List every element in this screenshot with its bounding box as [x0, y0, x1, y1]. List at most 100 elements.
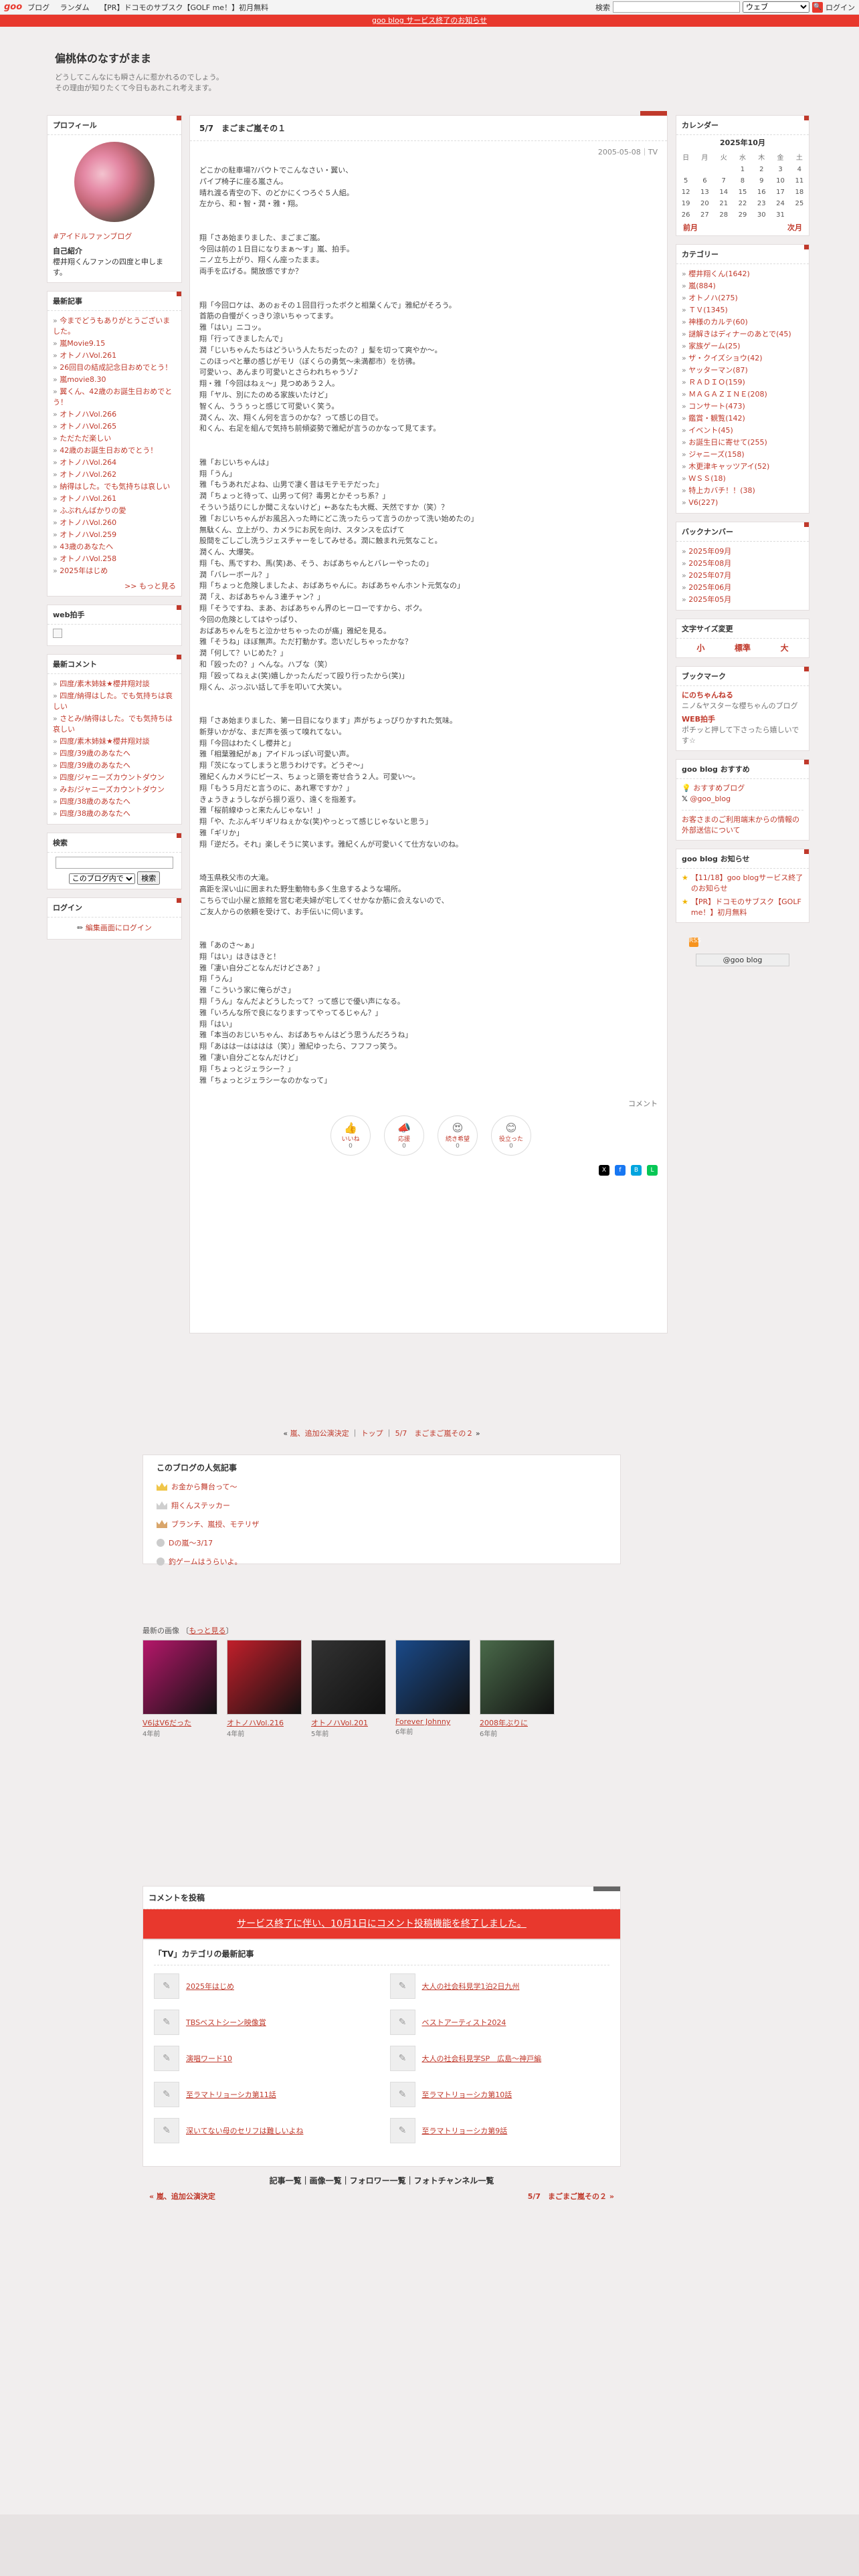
comment-item[interactable]: 四度/素木姉妹★櫻井翔対談: [53, 736, 176, 748]
calendar-day[interactable]: [676, 164, 695, 175]
nav-pr[interactable]: 【PR】ドコモのサブスク【GOLF me！】初月無料: [100, 3, 268, 12]
bookmark-1-link[interactable]: にのちゃんねる: [682, 690, 803, 701]
popular-item[interactable]: 釣ゲームはうらいよ。: [169, 1556, 242, 1567]
entry-title[interactable]: 5/7 まごまご嵐その１: [190, 116, 667, 141]
recent-item[interactable]: ふぶれんばかりの愛: [53, 505, 176, 517]
footer-next-link[interactable]: 5/7 まごまご嵐その２ »: [528, 2191, 614, 2202]
recent-item[interactable]: 嵐movie8.30: [53, 374, 176, 386]
thumb-caption[interactable]: オトノハVol.201: [311, 1717, 386, 1728]
search-scope-select[interactable]: ウェブ: [743, 1, 809, 13]
reaction-button[interactable]: 📣 応援 0: [384, 1115, 424, 1156]
category-item[interactable]: 神様のカルテ(60): [682, 316, 803, 328]
recent-item[interactable]: オトノハVol.259: [53, 529, 176, 541]
font-large-button[interactable]: 大: [781, 643, 789, 653]
calendar-day[interactable]: 16: [752, 187, 771, 198]
backnumber-item[interactable]: 2025年09月: [682, 546, 803, 558]
calendar-day[interactable]: 31: [771, 209, 789, 221]
category-entry-link[interactable]: 至ラマトリョーシカ第10話: [422, 2089, 512, 2100]
bookmark-2-link[interactable]: WEB拍手: [682, 714, 803, 725]
comment-item[interactable]: 四度/納得はした。でも気持ちは哀しい: [53, 690, 176, 713]
recent-item[interactable]: 納得はした。でも気持ちは哀しい: [53, 481, 176, 493]
rss-icon[interactable]: RSS: [689, 938, 701, 947]
calendar-day[interactable]: [695, 164, 714, 175]
external-info-link[interactable]: お客さまのご利用端末からの情報の外部送信について: [682, 810, 803, 836]
recent-item[interactable]: 嵐Movie9.15: [53, 338, 176, 350]
recent-item[interactable]: ただただ楽しい: [53, 433, 176, 445]
recent-item[interactable]: 43歳のあなたへ: [53, 541, 176, 553]
top-search-input[interactable]: [613, 1, 740, 13]
profile-name[interactable]: #アイドルファンブログ: [53, 231, 176, 242]
login-link[interactable]: ログイン: [826, 2, 855, 13]
calendar-day[interactable]: 26: [676, 209, 695, 221]
category-entry-link[interactable]: 2025年はじめ: [186, 1981, 234, 1992]
category-entry-link[interactable]: 至ラマトリョーシカ第9話: [422, 2125, 508, 2136]
news-2-link[interactable]: 【PR】ドコモのサブスク【GOLF me！】初月無料: [691, 897, 803, 918]
webclip-image-icon[interactable]: [53, 629, 62, 638]
footer-prev-link[interactable]: « 嵐、追加公演決定: [149, 2191, 215, 2202]
calendar-day[interactable]: 3: [771, 164, 789, 175]
goo-footer-badge[interactable]: @goo blog: [696, 954, 789, 966]
popular-item[interactable]: お金から舞台って～: [171, 1481, 237, 1492]
calendar-day[interactable]: 19: [676, 198, 695, 209]
blog-search-input[interactable]: [56, 857, 173, 869]
comment-item[interactable]: 四度/39歳のあなたへ: [53, 760, 176, 772]
comment-item[interactable]: 四度/38歳のあなたへ: [53, 796, 176, 808]
category-item[interactable]: ジャニーズ(158): [682, 449, 803, 461]
thumb-image[interactable]: [142, 1640, 217, 1715]
category-item[interactable]: お誕生日に寄せて(255): [682, 437, 803, 449]
comment-item[interactable]: 四度/素木姉妹★櫻井翔対談: [53, 678, 176, 690]
recent-more-link[interactable]: >> もっと見る: [124, 582, 176, 591]
nav-random[interactable]: ランダム: [60, 3, 90, 12]
image-thumb[interactable]: 2008年ぶりに 6年前: [480, 1640, 555, 1738]
calendar-day[interactable]: 13: [695, 187, 714, 198]
comment-item[interactable]: さとみ/納得はした。でも気持ちは哀しい: [53, 713, 176, 736]
category-item[interactable]: 家族ゲーム(25): [682, 340, 803, 352]
nav-blog[interactable]: ブログ: [27, 3, 50, 12]
comment-item[interactable]: 四度/ジャニーズカウントダウン: [53, 772, 176, 784]
comment-item[interactable]: 四度/38歳のあなたへ: [53, 808, 176, 820]
recent-item[interactable]: 42歳のお誕生日おめでとう！: [53, 445, 176, 457]
recent-item[interactable]: オトノハVol.258: [53, 553, 176, 565]
category-item[interactable]: V6(227): [682, 497, 803, 509]
category-item[interactable]: ＴＶ(1345): [682, 304, 803, 316]
category-item[interactable]: オトノハ(275): [682, 292, 803, 304]
category-item[interactable]: ＲＡＤＩＯ(159): [682, 377, 803, 389]
font-small-button[interactable]: 小: [696, 643, 704, 653]
recent-item[interactable]: オトノハVol.265: [53, 421, 176, 433]
calendar-day[interactable]: 25: [790, 198, 809, 209]
blog-title[interactable]: 偏桃体のなすがまま: [55, 49, 859, 66]
calendar-day[interactable]: 28: [714, 209, 733, 221]
calendar-day[interactable]: 14: [714, 187, 733, 198]
image-thumb[interactable]: Forever Johnny 6年前: [395, 1640, 470, 1738]
search-icon[interactable]: 🔍: [812, 1, 823, 13]
reaction-button[interactable]: 😍 続き希望 0: [438, 1115, 478, 1156]
calendar-day[interactable]: 12: [676, 187, 695, 198]
category-item[interactable]: 木更津キャッツアイ(52): [682, 461, 803, 473]
comment-item[interactable]: みお/ジャニーズカウントダウン: [53, 784, 176, 796]
backnumber-item[interactable]: 2025年08月: [682, 558, 803, 570]
calendar-day[interactable]: 8: [733, 175, 752, 187]
goo-x-link[interactable]: @goo_blog: [690, 794, 731, 803]
calendar-day[interactable]: 24: [771, 198, 789, 209]
category-entry-link[interactable]: ベストアーティスト2024: [422, 2017, 506, 2028]
reaction-button[interactable]: 😊 役立った 0: [491, 1115, 531, 1156]
calendar-day[interactable]: 18: [790, 187, 809, 198]
calendar-day[interactable]: [714, 164, 733, 175]
category-item[interactable]: コンサート(473): [682, 401, 803, 413]
font-normal-button[interactable]: 標準: [735, 643, 751, 653]
calendar-day[interactable]: 30: [752, 209, 771, 221]
category-item[interactable]: 謎解きはディナーのあとで(45): [682, 328, 803, 340]
images-more-link[interactable]: もっと見る: [189, 1626, 226, 1635]
comment-closed-text[interactable]: サービス終了に伴い、10月1日にコメント投稿機能を終了しました。: [237, 1919, 527, 1929]
calendar-day[interactable]: 7: [714, 175, 733, 187]
notice-banner-text[interactable]: goo blog サービス終了のお知らせ: [372, 16, 487, 25]
blog-search-scope[interactable]: このブログ内で: [68, 873, 135, 884]
popular-item[interactable]: ブランチ、嵐授、モテリザ: [171, 1519, 259, 1529]
calendar-day[interactable]: 1: [733, 164, 752, 175]
calendar-day[interactable]: 20: [695, 198, 714, 209]
calendar-day[interactable]: 23: [752, 198, 771, 209]
category-item[interactable]: 特上カバチ！！(38): [682, 485, 803, 497]
recent-item[interactable]: 今までどうもありがとうございました。: [53, 315, 176, 338]
entry-comment-label[interactable]: コメント: [190, 1089, 667, 1109]
reaction-button[interactable]: 👍 いいね 0: [330, 1115, 371, 1156]
